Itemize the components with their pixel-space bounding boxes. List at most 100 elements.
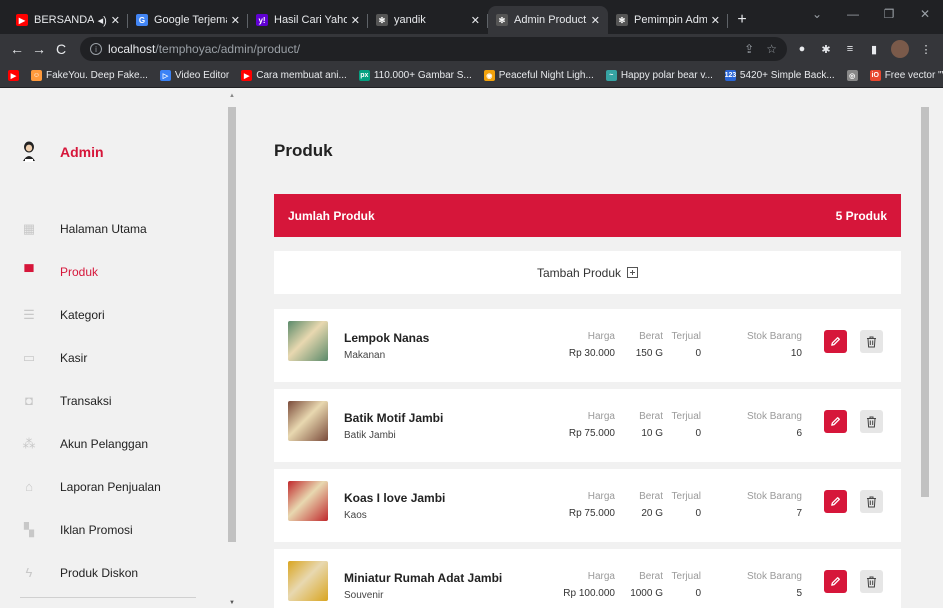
bookmark-item[interactable]: ◎ — [846, 70, 858, 81]
browser-tab[interactable]: ✻ Admin Product ✕ — [488, 6, 608, 34]
sidebar-item-produk[interactable]: ▀ Produk — [22, 250, 212, 293]
delete-product-button[interactable] — [860, 490, 883, 513]
sidebar-item-laporan-penjualan[interactable]: ⌂ Laporan Penjualan — [22, 465, 212, 508]
weight-value: 10 G — [641, 428, 663, 439]
bookmark-item[interactable]: ◉ Peaceful Night Ligh... — [483, 70, 594, 81]
delete-product-button[interactable] — [860, 330, 883, 353]
sold-label: Terjual — [671, 331, 701, 342]
close-tab-icon[interactable]: ✕ — [591, 14, 600, 27]
edit-product-button[interactable] — [824, 490, 847, 513]
bookmark-item[interactable]: 123 5420+ Simple Back... — [725, 70, 835, 81]
browser-tab[interactable]: y! Hasil Cari Yahoo ur ✕ — [248, 6, 368, 34]
sold-label: Terjual — [671, 571, 701, 582]
sidebar-item-kategori[interactable]: ☰ Kategori — [22, 293, 212, 336]
site-info-icon[interactable]: i — [90, 43, 102, 55]
bookmark-item[interactable]: px 110.000+ Gambar S... — [358, 70, 472, 81]
close-tab-icon[interactable]: ✕ — [711, 14, 720, 27]
admin-logo-icon — [23, 141, 35, 162]
brand: Admin — [22, 141, 104, 163]
scroll-up-arrow-icon[interactable]: ▲ — [226, 93, 238, 99]
add-product-button[interactable]: Tambah Produk — [274, 251, 901, 294]
tab-title: Google Terjemahan — [154, 14, 227, 26]
sidebar-item-transaksi[interactable]: ◘ Transaksi — [22, 379, 212, 422]
price-stat: Harga Rp 100.000 — [563, 571, 615, 599]
delete-product-button[interactable] — [860, 410, 883, 433]
close-window-icon[interactable]: ✕ — [907, 7, 943, 21]
close-tab-icon[interactable]: ✕ — [111, 14, 120, 27]
bookmark-favicon-icon: ▶ — [8, 70, 19, 81]
bookmark-item[interactable]: iOFree vector "Vector... — [869, 70, 943, 81]
sidebar-item-label: Laporan Penjualan — [60, 479, 161, 494]
weight-stat: Berat 1000 G — [630, 571, 663, 599]
product-count-banner: Jumlah Produk 5 Produk — [274, 194, 901, 237]
weight-value: 150 G — [635, 348, 663, 359]
product-card: Koas I love Jambi Kaos Harga Rp 75.000 Berat… — [274, 469, 901, 542]
profile-avatar[interactable] — [891, 40, 909, 58]
browser-tab[interactable]: G Google Terjemahan ✕ — [128, 6, 248, 34]
browser-tab[interactable]: ▶ BERSANDARLA ◂) ✕ — [8, 6, 128, 34]
close-tab-icon[interactable]: ✕ — [351, 14, 360, 27]
trash-icon — [866, 416, 877, 428]
tab-title: Hasil Cari Yahoo ur — [274, 14, 347, 26]
sidebar-scroll-thumb[interactable] — [228, 107, 236, 542]
sidebar-divider — [20, 597, 196, 598]
sidebar: Admin ▦ Halaman Utama ▀ Produk ☰ Kategori ▭ Kas… — [0, 89, 226, 608]
back-arrow-icon[interactable]: ← — [6, 41, 28, 57]
product-count-label: Jumlah Produk — [288, 208, 375, 223]
sidebar-item-halaman-utama[interactable]: ▦ Halaman Utama — [22, 207, 212, 250]
bookmark-item[interactable]: ▶ — [8, 70, 19, 81]
sidebar-item-kasir[interactable]: ▭ Kasir — [22, 336, 212, 379]
stock-value: 5 — [796, 588, 802, 599]
restore-icon[interactable]: ❐ — [871, 7, 907, 21]
bookmark-item[interactable]: ▷ Video Editor — [159, 70, 229, 81]
new-tab-button[interactable]: + — [728, 6, 756, 34]
minimize-icon[interactable]: — — [835, 7, 871, 21]
forward-arrow-icon[interactable]: → — [28, 41, 50, 57]
bookmark-label: Free vector "Vector... — [884, 70, 943, 81]
weight-stat: Berat 150 G — [636, 331, 663, 359]
edit-product-button[interactable] — [824, 410, 847, 433]
stock-stat: Stok Barang 6 — [747, 411, 802, 439]
price-stat: Harga Rp 75.000 — [569, 491, 615, 519]
bookmark-item[interactable]: ☺ FakeYou. Deep Fake... — [31, 70, 148, 81]
sidebar-item-akun-pelanggan[interactable]: ⁂ Akun Pelanggan — [22, 422, 212, 465]
share-icon[interactable]: ⇪ — [744, 42, 754, 56]
extensions-puzzle-icon[interactable]: ✱ — [819, 42, 833, 56]
reload-icon[interactable]: C — [50, 41, 72, 57]
brand-title: Admin — [60, 144, 104, 160]
product-name: Lempok Nanas — [344, 331, 430, 345]
bookmark-item[interactable]: ▶ Cara membuat ani... — [241, 70, 347, 81]
pencil-icon — [830, 416, 841, 427]
product-thumbnail — [288, 481, 328, 521]
delete-product-button[interactable] — [860, 570, 883, 593]
bookmark-favicon-icon: px — [358, 70, 370, 81]
close-tab-icon[interactable]: ✕ — [471, 14, 480, 27]
product-thumbnail — [288, 561, 328, 601]
bookmark-favicon-icon: ▷ — [159, 70, 171, 81]
media-queue-icon[interactable]: ≡ — [843, 42, 857, 56]
price-stat: Harga Rp 30.000 — [569, 331, 615, 359]
url-input[interactable]: i localhost /temphoyac/admin/product/ ⇪ … — [80, 37, 787, 61]
edit-product-button[interactable] — [824, 330, 847, 353]
tab-search-icon[interactable]: ⌄ — [799, 7, 835, 21]
product-thumbnail — [288, 401, 328, 441]
scroll-down-arrow-icon[interactable]: ▼ — [226, 600, 238, 606]
browser-menu-icon[interactable]: ⋮ — [919, 42, 933, 56]
sidebar-scrollbar[interactable]: ▲ ▼ — [226, 89, 238, 608]
sidebar-item-produk-diskon[interactable]: ϟ Produk Diskon — [22, 551, 212, 594]
bookmark-item[interactable]: ~ Happy polar bear v... — [605, 70, 713, 81]
close-tab-icon[interactable]: ✕ — [231, 14, 240, 27]
sidebar-item-iklan-promosi[interactable]: ▚ Iklan Promosi — [22, 508, 212, 551]
audio-playing-icon[interactable]: ◂) — [98, 14, 107, 27]
extension-record-icon[interactable]: ● — [795, 42, 809, 56]
url-path: /temphoyac/admin/product/ — [155, 42, 301, 56]
main-scrollbar[interactable] — [919, 89, 931, 608]
bookmark-star-icon[interactable]: ☆ — [766, 42, 777, 56]
side-panel-icon[interactable]: ▮ — [867, 42, 881, 56]
browser-tab[interactable]: ✻ Pemimpin Admin A ✕ — [608, 6, 728, 34]
stock-stat: Stok Barang 5 — [747, 571, 802, 599]
product-box-icon: ▀ — [24, 264, 34, 279]
main-scroll-thumb[interactable] — [921, 107, 929, 497]
browser-tab[interactable]: ✻ yandik ✕ — [368, 6, 488, 34]
edit-product-button[interactable] — [824, 570, 847, 593]
